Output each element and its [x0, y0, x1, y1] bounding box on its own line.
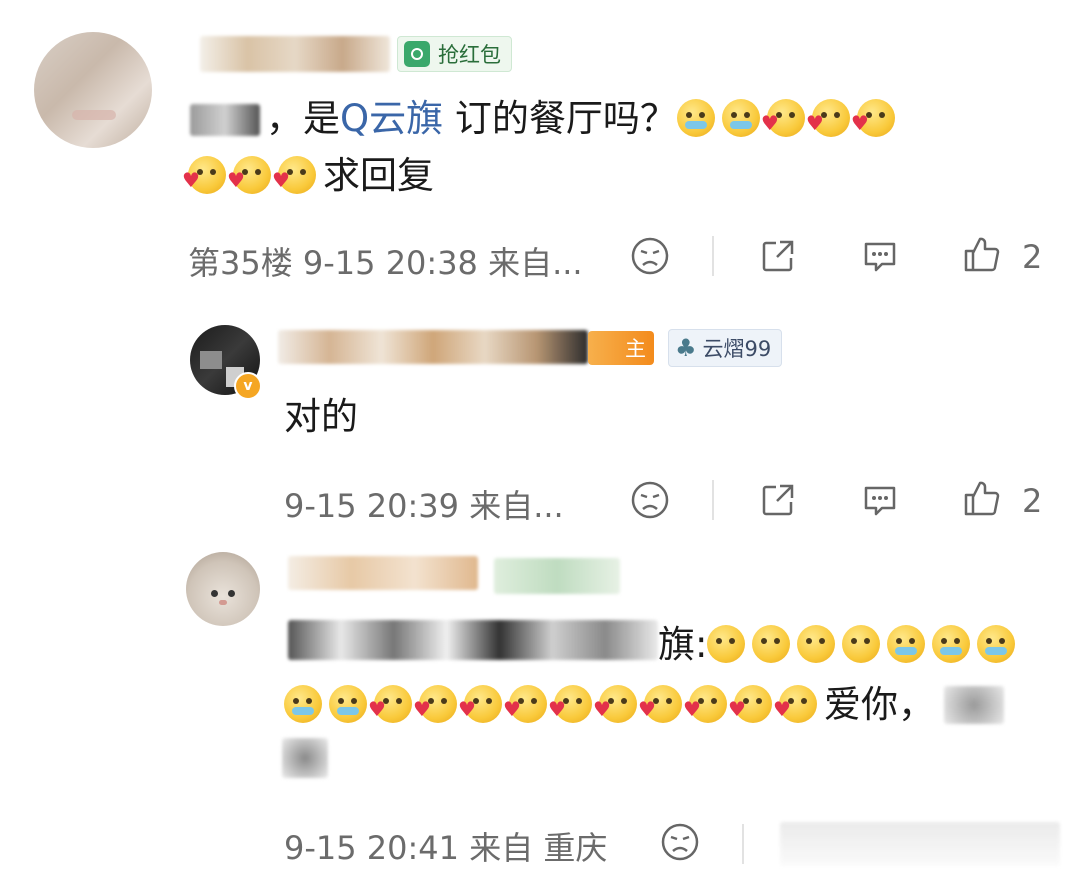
- heart-emoji-icon: [503, 685, 547, 723]
- verified-badge-icon: v: [234, 372, 262, 400]
- crying-emoji-icon: [284, 685, 322, 723]
- heart-emoji-icon: [272, 156, 316, 194]
- comment-text-part: 求回复: [323, 154, 434, 197]
- username-blurred[interactable]: [278, 330, 588, 364]
- crying-emoji-icon: [676, 99, 715, 137]
- divider: [742, 824, 744, 864]
- comment-text-line2: 求回复: [182, 153, 434, 199]
- owner-badge: 主: [588, 331, 654, 365]
- comment-text: ，是Q云旗 订的餐厅吗？: [266, 96, 902, 142]
- dislike-icon[interactable]: [660, 822, 700, 862]
- like-icon[interactable]: [962, 478, 1002, 518]
- clover-icon: ♣: [675, 334, 697, 362]
- comment-meta: 9-15 20:39 来自...: [284, 487, 564, 525]
- heart-emoji-icon: [638, 685, 682, 723]
- heart-emoji-icon: [548, 685, 592, 723]
- heart-emoji-icon: [806, 99, 850, 137]
- comment-meta: 9-15 20:41 来自 重庆: [284, 829, 608, 867]
- heart-emoji-icon: [773, 685, 817, 723]
- dislike-icon[interactable]: [630, 236, 670, 276]
- heart-emoji-icon: [761, 99, 805, 137]
- heart-emoji-icon: [413, 685, 457, 723]
- comment-text-part: ，是: [266, 97, 340, 140]
- comment-text-line2: 爱你，: [284, 682, 935, 728]
- happy-emoji-icon: [842, 625, 881, 663]
- red-packet-tag[interactable]: 抢红包: [397, 36, 512, 72]
- heart-emoji-icon: [851, 99, 895, 137]
- comment-icon[interactable]: [860, 236, 900, 276]
- heart-emoji-icon: [458, 685, 502, 723]
- comment-meta: 第35楼 9-15 20:38 来自...: [188, 244, 583, 282]
- fan-tag-label: 云熠99: [702, 337, 772, 361]
- crying-emoji-icon: [329, 685, 367, 723]
- heart-emoji-icon: [728, 685, 772, 723]
- like-count: 2: [1022, 238, 1043, 276]
- tag-blurred: [494, 558, 620, 594]
- crying-emoji-icon: [977, 625, 1016, 663]
- happy-emoji-icon: [752, 625, 791, 663]
- comment-text: 旗:: [658, 622, 1022, 668]
- comment-text: 对的: [284, 395, 358, 438]
- comment-text-part: 订的餐厅吗？: [443, 97, 677, 140]
- heart-emoji-icon: [227, 156, 271, 194]
- fan-tag[interactable]: ♣ 云熠99: [668, 329, 783, 367]
- mention-link[interactable]: Q云旗: [340, 97, 443, 140]
- dislike-icon[interactable]: [630, 480, 670, 520]
- divider: [712, 236, 714, 276]
- happy-emoji-icon: [707, 625, 746, 663]
- heart-emoji-icon: [683, 685, 727, 723]
- heart-emoji-icon: [593, 685, 637, 723]
- comment-icon[interactable]: [860, 480, 900, 520]
- comment-text-part: 旗:: [658, 623, 708, 666]
- blurred-mention: [190, 104, 260, 136]
- share-icon[interactable]: [758, 480, 798, 520]
- like-count: 2: [1022, 482, 1043, 520]
- crying-emoji-icon: [721, 99, 760, 137]
- divider: [712, 480, 714, 520]
- blurred-text: [944, 686, 1004, 724]
- share-icon[interactable]: [758, 236, 798, 276]
- actions-faded: [780, 822, 1060, 866]
- like-icon[interactable]: [962, 234, 1002, 274]
- heart-emoji-icon: [368, 685, 412, 723]
- crying-emoji-icon: [932, 625, 971, 663]
- happy-emoji-icon: [797, 625, 836, 663]
- blurred-text: [282, 738, 328, 778]
- comment-text-part: 爱你，: [824, 683, 935, 726]
- username-blurred[interactable]: [288, 556, 478, 590]
- red-packet-icon: [404, 41, 430, 67]
- red-packet-label: 抢红包: [438, 43, 501, 67]
- username-blurred[interactable]: [200, 36, 390, 72]
- heart-emoji-icon: [182, 156, 226, 194]
- avatar[interactable]: [186, 552, 260, 626]
- owner-badge-label: 主: [625, 337, 646, 361]
- crying-emoji-icon: [887, 625, 926, 663]
- avatar[interactable]: [34, 32, 152, 148]
- blurred-mention: [288, 620, 658, 660]
